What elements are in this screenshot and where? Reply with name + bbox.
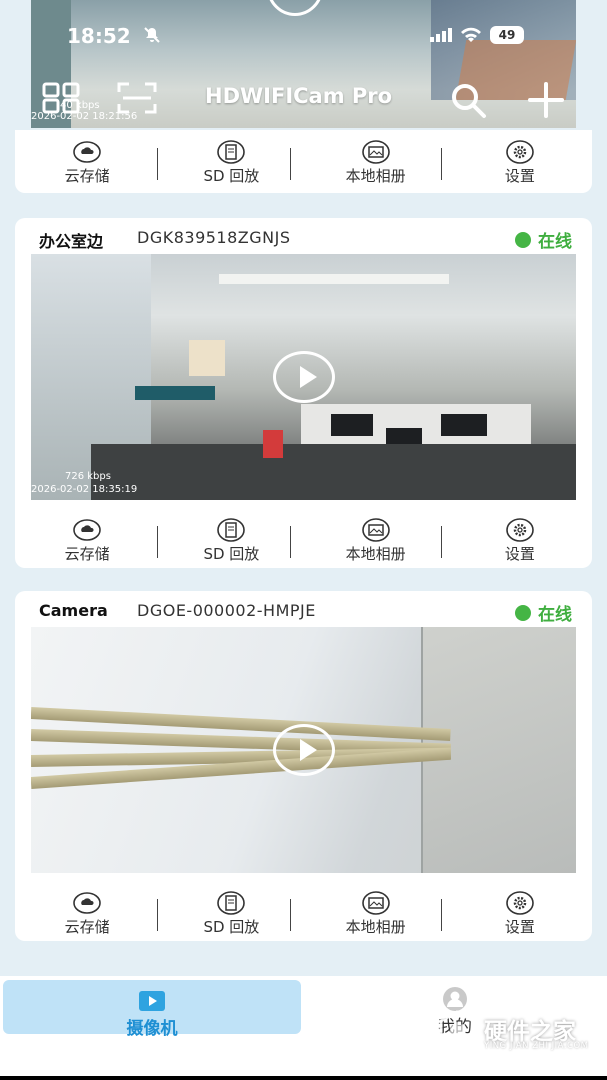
- action-bar: 云存储 SD 回放 本地相册 设置: [15, 885, 592, 941]
- play-icon[interactable]: [272, 724, 335, 776]
- camera-card-header: 办公室边 DGK839518ZGNJS 在线: [15, 218, 592, 256]
- status-text: 在线: [538, 605, 572, 625]
- action-label: SD 回放: [203, 545, 260, 563]
- sd-card-icon: [217, 140, 246, 164]
- bitrate-label: 40 kbps: [60, 100, 100, 111]
- photo-icon: [361, 518, 390, 542]
- camera-uid: DGOE-000002-HMPJE: [137, 601, 316, 620]
- wifi-icon: [461, 27, 481, 42]
- divider: [290, 526, 291, 558]
- action-label: 本地相册: [345, 918, 406, 936]
- mute-bell-icon: [144, 27, 160, 47]
- top-camera-feed[interactable]: [31, 0, 576, 128]
- sd-playback-button[interactable]: SD 回放: [159, 512, 303, 568]
- divider: [441, 526, 442, 558]
- gear-icon: [506, 518, 534, 542]
- camera-feed[interactable]: [31, 627, 576, 873]
- action-label: 设置: [504, 918, 535, 936]
- settings-button[interactable]: 设置: [448, 885, 592, 941]
- feed-scenery: [189, 340, 225, 376]
- battery-icon: 49: [490, 26, 524, 44]
- search-icon[interactable]: [448, 80, 488, 120]
- action-label: 本地相册: [345, 167, 406, 185]
- feed-scenery: [219, 274, 449, 284]
- system-bar: [0, 1076, 607, 1080]
- sd-card-icon: [217, 891, 246, 915]
- action-label: 云存储: [64, 918, 110, 936]
- cloud-storage-button[interactable]: 云存储: [15, 885, 159, 941]
- action-label: SD 回放: [203, 918, 260, 936]
- feed-timestamp: 2026-02-02 18:21:56: [31, 111, 138, 122]
- feed-scenery: [135, 386, 215, 400]
- photo-icon: [361, 140, 390, 164]
- settings-button[interactable]: 设置: [448, 512, 592, 568]
- status-icons: 49: [430, 26, 524, 44]
- action-label: 云存储: [64, 545, 110, 563]
- divider: [157, 899, 158, 931]
- signal-icon: [430, 28, 452, 42]
- status-badge: 在线: [515, 227, 572, 252]
- status-text: 在线: [538, 232, 572, 252]
- bitrate-label: 726 kbps: [65, 471, 111, 482]
- local-album-button[interactable]: 本地相册: [304, 134, 448, 192]
- camera-feed[interactable]: 726 kbps 2026-02-02 18:35:19: [31, 254, 576, 500]
- status-time: 18:52: [67, 24, 131, 48]
- online-dot-icon: [515, 604, 531, 621]
- settings-button[interactable]: 设置: [448, 134, 592, 192]
- cloud-storage-button[interactable]: 云存储: [15, 134, 159, 192]
- tab-cameras[interactable]: 摄像机: [3, 980, 301, 1039]
- sd-card-icon: [217, 518, 246, 542]
- cloud-icon: [73, 141, 101, 163]
- action-label: 云存储: [64, 167, 110, 185]
- camera-card: Camera DGOE-000002-HMPJE 在线 云存储 SD 回放 本地…: [15, 591, 592, 941]
- cloud-icon: [73, 519, 101, 541]
- camera-name: 办公室边: [39, 232, 104, 251]
- cloud-storage-button[interactable]: 云存储: [15, 512, 159, 568]
- divider: [441, 899, 442, 931]
- camera-play-icon: [139, 991, 165, 1011]
- play-icon[interactable]: [267, 0, 323, 16]
- local-album-button[interactable]: 本地相册: [304, 512, 448, 568]
- top-camera-card: 云存储 SD 回放 本地相册 设置: [15, 130, 592, 193]
- gear-icon: [506, 140, 534, 164]
- action-label: 设置: [504, 167, 535, 185]
- gear-icon: [506, 891, 534, 915]
- cloud-icon: [73, 892, 101, 914]
- feed-scenery: [441, 414, 487, 436]
- sd-playback-button[interactable]: SD 回放: [159, 885, 303, 941]
- feed-scenery: [331, 414, 373, 436]
- camera-name: Camera: [39, 601, 108, 620]
- watermark-subtext: YING JIAN ZHI JIA.COM: [484, 1041, 589, 1051]
- divider: [290, 899, 291, 931]
- action-label: SD 回放: [203, 167, 260, 185]
- divider: [157, 148, 158, 180]
- play-icon[interactable]: [272, 351, 335, 403]
- camera-card: 办公室边 DGK839518ZGNJS 在线 726 kbps 2026-02-…: [15, 218, 592, 568]
- feed-scenery: [263, 430, 283, 458]
- feed-timestamp: 2026-02-02 18:35:19: [31, 484, 138, 495]
- divider: [290, 148, 291, 180]
- sd-playback-button[interactable]: SD 回放: [159, 134, 303, 192]
- tab-label: 摄像机: [126, 1019, 178, 1039]
- camera-uid: DGK839518ZGNJS: [137, 228, 291, 247]
- scan-icon[interactable]: [117, 82, 157, 114]
- status-badge: 在线: [515, 600, 572, 625]
- divider: [157, 526, 158, 558]
- divider: [441, 148, 442, 180]
- local-album-button[interactable]: 本地相册: [304, 885, 448, 941]
- online-dot-icon: [515, 231, 531, 248]
- action-bar: 云存储 SD 回放 本地相册 设置: [15, 512, 592, 568]
- feed-scenery: [91, 444, 576, 500]
- action-label: 本地相册: [345, 545, 406, 563]
- app-title: HDWIFICam Pro: [205, 84, 393, 108]
- camera-card-header: Camera DGOE-000002-HMPJE 在线: [15, 591, 592, 629]
- add-device-icon[interactable]: [526, 80, 566, 120]
- action-bar: 云存储 SD 回放 本地相册 设置: [15, 134, 592, 192]
- action-label: 设置: [504, 545, 535, 563]
- photo-icon: [361, 891, 390, 915]
